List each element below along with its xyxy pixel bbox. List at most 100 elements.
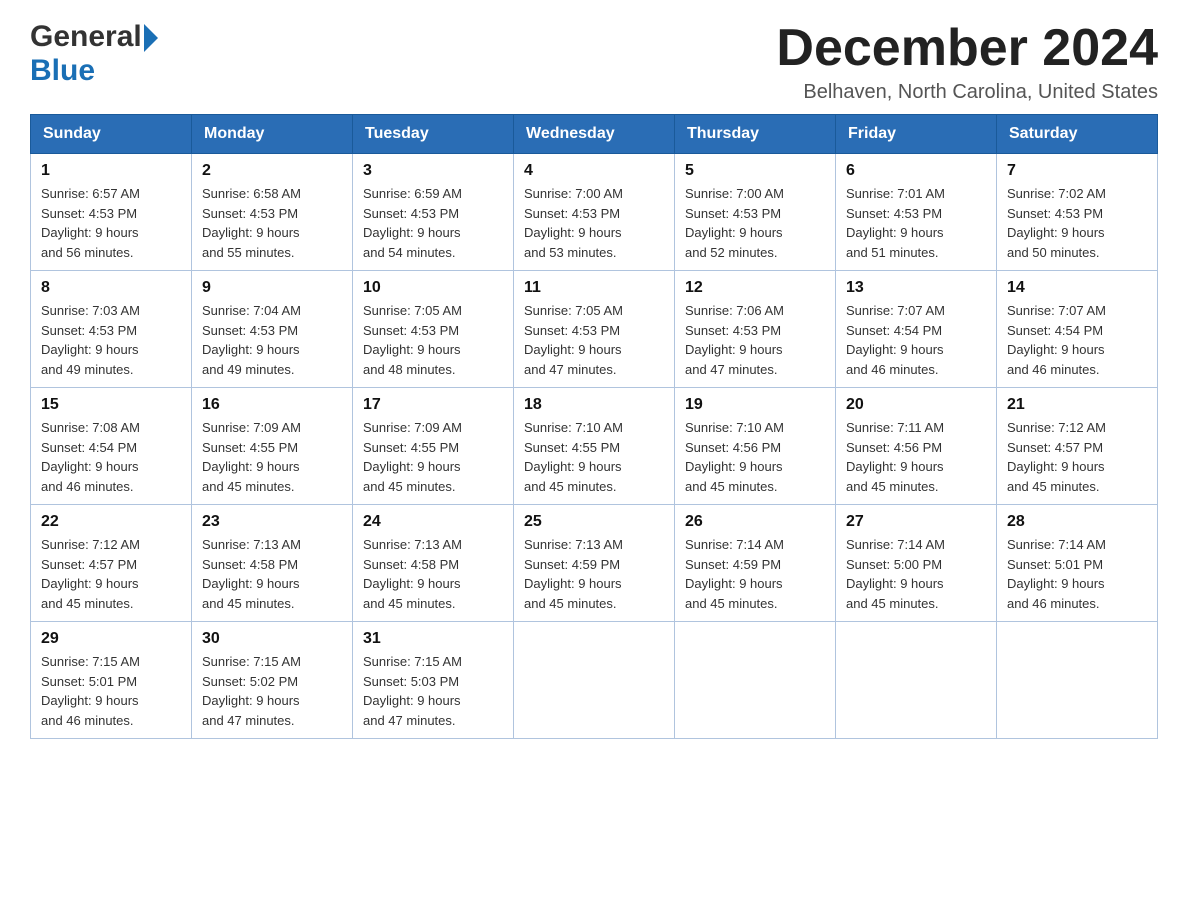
day-number: 31 <box>363 630 503 648</box>
calendar-cell: 5 Sunrise: 7:00 AMSunset: 4:53 PMDayligh… <box>675 154 836 271</box>
calendar-cell: 19 Sunrise: 7:10 AMSunset: 4:56 PMDaylig… <box>675 388 836 505</box>
calendar-cell: 30 Sunrise: 7:15 AMSunset: 5:02 PMDaylig… <box>192 622 353 739</box>
weekday-header-thursday: Thursday <box>675 115 836 154</box>
calendar-cell: 4 Sunrise: 7:00 AMSunset: 4:53 PMDayligh… <box>514 154 675 271</box>
calendar-cell <box>997 622 1158 739</box>
day-number: 19 <box>685 396 825 414</box>
day-info: Sunrise: 6:57 AMSunset: 4:53 PMDaylight:… <box>41 186 140 260</box>
day-number: 27 <box>846 513 986 531</box>
weekday-header-friday: Friday <box>836 115 997 154</box>
day-info: Sunrise: 7:14 AMSunset: 4:59 PMDaylight:… <box>685 537 784 611</box>
day-info: Sunrise: 7:14 AMSunset: 5:01 PMDaylight:… <box>1007 537 1106 611</box>
day-number: 12 <box>685 279 825 297</box>
day-info: Sunrise: 6:59 AMSunset: 4:53 PMDaylight:… <box>363 186 462 260</box>
day-number: 2 <box>202 162 342 180</box>
day-number: 1 <box>41 162 181 180</box>
calendar-week-row: 22 Sunrise: 7:12 AMSunset: 4:57 PMDaylig… <box>31 505 1158 622</box>
day-number: 11 <box>524 279 664 297</box>
day-info: Sunrise: 7:15 AMSunset: 5:02 PMDaylight:… <box>202 654 301 728</box>
calendar-cell: 24 Sunrise: 7:13 AMSunset: 4:58 PMDaylig… <box>353 505 514 622</box>
logo-general-text: General <box>30 20 142 54</box>
day-number: 23 <box>202 513 342 531</box>
day-info: Sunrise: 6:58 AMSunset: 4:53 PMDaylight:… <box>202 186 301 260</box>
day-info: Sunrise: 7:00 AMSunset: 4:53 PMDaylight:… <box>524 186 623 260</box>
day-info: Sunrise: 7:14 AMSunset: 5:00 PMDaylight:… <box>846 537 945 611</box>
day-info: Sunrise: 7:13 AMSunset: 4:58 PMDaylight:… <box>363 537 462 611</box>
day-number: 25 <box>524 513 664 531</box>
page-header: General Blue December 2024 Belhaven, Nor… <box>30 20 1158 104</box>
day-number: 9 <box>202 279 342 297</box>
calendar-cell: 26 Sunrise: 7:14 AMSunset: 4:59 PMDaylig… <box>675 505 836 622</box>
day-info: Sunrise: 7:09 AMSunset: 4:55 PMDaylight:… <box>202 420 301 494</box>
day-number: 7 <box>1007 162 1147 180</box>
logo: General Blue <box>30 20 158 88</box>
title-block: December 2024 Belhaven, North Carolina, … <box>776 20 1158 104</box>
day-number: 17 <box>363 396 503 414</box>
calendar-week-row: 29 Sunrise: 7:15 AMSunset: 5:01 PMDaylig… <box>31 622 1158 739</box>
day-number: 4 <box>524 162 664 180</box>
day-number: 30 <box>202 630 342 648</box>
calendar-cell <box>836 622 997 739</box>
calendar-cell: 10 Sunrise: 7:05 AMSunset: 4:53 PMDaylig… <box>353 271 514 388</box>
day-number: 21 <box>1007 396 1147 414</box>
day-number: 26 <box>685 513 825 531</box>
day-number: 14 <box>1007 279 1147 297</box>
weekday-header-row: SundayMondayTuesdayWednesdayThursdayFrid… <box>31 115 1158 154</box>
calendar-week-row: 1 Sunrise: 6:57 AMSunset: 4:53 PMDayligh… <box>31 154 1158 271</box>
day-info: Sunrise: 7:15 AMSunset: 5:01 PMDaylight:… <box>41 654 140 728</box>
calendar-week-row: 15 Sunrise: 7:08 AMSunset: 4:54 PMDaylig… <box>31 388 1158 505</box>
weekday-header-monday: Monday <box>192 115 353 154</box>
day-number: 6 <box>846 162 986 180</box>
calendar-cell: 25 Sunrise: 7:13 AMSunset: 4:59 PMDaylig… <box>514 505 675 622</box>
calendar-cell: 7 Sunrise: 7:02 AMSunset: 4:53 PMDayligh… <box>997 154 1158 271</box>
calendar-table: SundayMondayTuesdayWednesdayThursdayFrid… <box>30 114 1158 739</box>
calendar-cell: 21 Sunrise: 7:12 AMSunset: 4:57 PMDaylig… <box>997 388 1158 505</box>
calendar-cell: 16 Sunrise: 7:09 AMSunset: 4:55 PMDaylig… <box>192 388 353 505</box>
calendar-cell: 18 Sunrise: 7:10 AMSunset: 4:55 PMDaylig… <box>514 388 675 505</box>
day-info: Sunrise: 7:12 AMSunset: 4:57 PMDaylight:… <box>41 537 140 611</box>
day-info: Sunrise: 7:11 AMSunset: 4:56 PMDaylight:… <box>846 420 944 494</box>
calendar-cell: 14 Sunrise: 7:07 AMSunset: 4:54 PMDaylig… <box>997 271 1158 388</box>
day-info: Sunrise: 7:09 AMSunset: 4:55 PMDaylight:… <box>363 420 462 494</box>
calendar-cell: 2 Sunrise: 6:58 AMSunset: 4:53 PMDayligh… <box>192 154 353 271</box>
day-number: 24 <box>363 513 503 531</box>
calendar-cell <box>514 622 675 739</box>
day-number: 28 <box>1007 513 1147 531</box>
calendar-cell: 13 Sunrise: 7:07 AMSunset: 4:54 PMDaylig… <box>836 271 997 388</box>
day-info: Sunrise: 7:13 AMSunset: 4:59 PMDaylight:… <box>524 537 623 611</box>
calendar-cell: 31 Sunrise: 7:15 AMSunset: 5:03 PMDaylig… <box>353 622 514 739</box>
day-number: 15 <box>41 396 181 414</box>
day-info: Sunrise: 7:06 AMSunset: 4:53 PMDaylight:… <box>685 303 784 377</box>
day-number: 5 <box>685 162 825 180</box>
day-info: Sunrise: 7:02 AMSunset: 4:53 PMDaylight:… <box>1007 186 1106 260</box>
day-info: Sunrise: 7:10 AMSunset: 4:55 PMDaylight:… <box>524 420 623 494</box>
month-title: December 2024 <box>776 20 1158 77</box>
calendar-cell: 3 Sunrise: 6:59 AMSunset: 4:53 PMDayligh… <box>353 154 514 271</box>
calendar-week-row: 8 Sunrise: 7:03 AMSunset: 4:53 PMDayligh… <box>31 271 1158 388</box>
calendar-cell: 23 Sunrise: 7:13 AMSunset: 4:58 PMDaylig… <box>192 505 353 622</box>
day-info: Sunrise: 7:10 AMSunset: 4:56 PMDaylight:… <box>685 420 784 494</box>
day-info: Sunrise: 7:04 AMSunset: 4:53 PMDaylight:… <box>202 303 301 377</box>
day-info: Sunrise: 7:15 AMSunset: 5:03 PMDaylight:… <box>363 654 462 728</box>
day-info: Sunrise: 7:03 AMSunset: 4:53 PMDaylight:… <box>41 303 140 377</box>
day-info: Sunrise: 7:08 AMSunset: 4:54 PMDaylight:… <box>41 420 140 494</box>
day-number: 16 <box>202 396 342 414</box>
day-number: 18 <box>524 396 664 414</box>
calendar-cell: 29 Sunrise: 7:15 AMSunset: 5:01 PMDaylig… <box>31 622 192 739</box>
calendar-cell: 17 Sunrise: 7:09 AMSunset: 4:55 PMDaylig… <box>353 388 514 505</box>
calendar-cell: 9 Sunrise: 7:04 AMSunset: 4:53 PMDayligh… <box>192 271 353 388</box>
weekday-header-sunday: Sunday <box>31 115 192 154</box>
day-number: 20 <box>846 396 986 414</box>
location-subtitle: Belhaven, North Carolina, United States <box>776 81 1158 104</box>
calendar-cell: 28 Sunrise: 7:14 AMSunset: 5:01 PMDaylig… <box>997 505 1158 622</box>
day-number: 8 <box>41 279 181 297</box>
day-info: Sunrise: 7:13 AMSunset: 4:58 PMDaylight:… <box>202 537 301 611</box>
calendar-cell: 27 Sunrise: 7:14 AMSunset: 5:00 PMDaylig… <box>836 505 997 622</box>
calendar-cell: 22 Sunrise: 7:12 AMSunset: 4:57 PMDaylig… <box>31 505 192 622</box>
logo-triangle-icon <box>144 24 158 52</box>
day-info: Sunrise: 7:07 AMSunset: 4:54 PMDaylight:… <box>1007 303 1106 377</box>
weekday-header-tuesday: Tuesday <box>353 115 514 154</box>
weekday-header-saturday: Saturday <box>997 115 1158 154</box>
day-info: Sunrise: 7:12 AMSunset: 4:57 PMDaylight:… <box>1007 420 1106 494</box>
calendar-cell: 12 Sunrise: 7:06 AMSunset: 4:53 PMDaylig… <box>675 271 836 388</box>
